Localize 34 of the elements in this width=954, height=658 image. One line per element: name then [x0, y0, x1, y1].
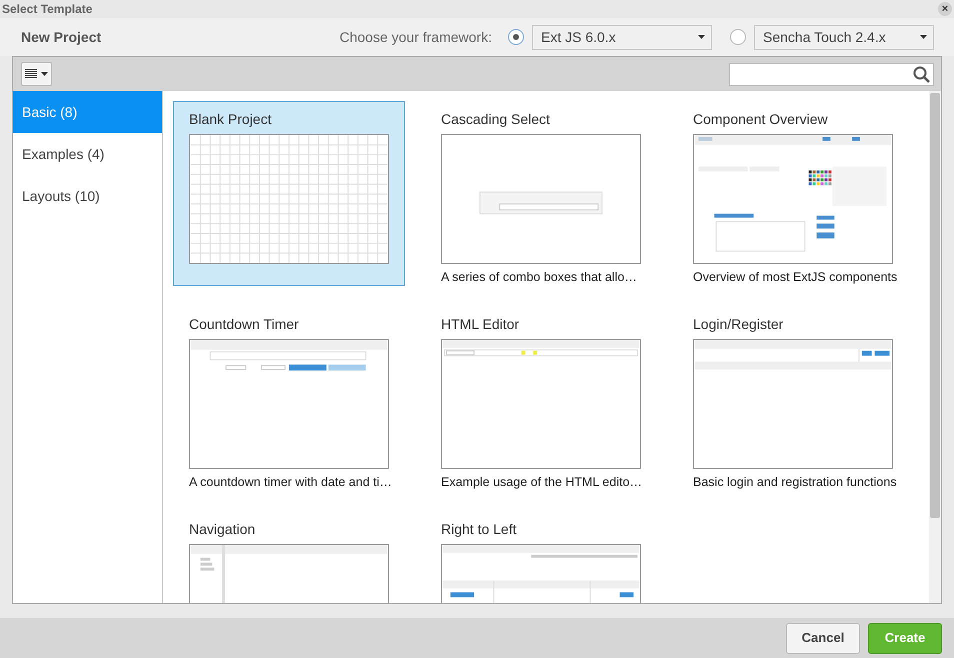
framework-label: Choose your framework: [339, 28, 492, 47]
template-title: Navigation [189, 520, 256, 539]
search-icon [913, 66, 930, 82]
template-title: Component Overview [693, 110, 829, 129]
template-title: Right to Left [441, 520, 518, 539]
framework-dropdown[interactable]: Ext JS 6.0.x [532, 24, 712, 50]
template-title: Blank Project [189, 110, 272, 129]
framework-dropdown[interactable]: Sencha Touch 2.4.x [754, 24, 934, 50]
template-card[interactable]: Component Overview Overview of most ExtJS components [677, 101, 909, 286]
template-card[interactable]: Login/Register Basic login and registration functions [677, 306, 909, 491]
template-card[interactable]: Countdown Timer A countdown timer with date and ti… [173, 306, 405, 491]
template-description: A series of combo boxes that allo… [441, 269, 638, 286]
close-button[interactable]: × [938, 2, 952, 16]
caret-icon [698, 35, 705, 39]
view-menu-button[interactable] [21, 62, 52, 86]
template-title: Login/Register [693, 315, 784, 334]
cancel-button[interactable]: Cancel [786, 622, 860, 654]
template-title: Countdown Timer [189, 315, 300, 334]
scrollbar[interactable] [929, 91, 941, 603]
radio-button[interactable] [508, 29, 524, 45]
template-card[interactable]: Cascading Select A series of combo boxes that allo… [425, 101, 657, 286]
template-card[interactable]: Blank Project [173, 101, 405, 286]
caret-icon [41, 72, 48, 76]
list-icon [25, 69, 37, 79]
template-description: Example usage of the HTML edito… [441, 474, 641, 491]
caret-icon [920, 35, 927, 39]
template-card[interactable]: HTML Editor Example usage of the HTML edito… [425, 306, 657, 491]
template-description: A countdown timer with date and ti… [189, 474, 389, 491]
header-title: New Project [21, 28, 102, 47]
template-title: HTML Editor [441, 315, 520, 334]
window-title: Select Template [2, 1, 92, 18]
search-field[interactable] [729, 62, 934, 86]
radio-button[interactable] [730, 29, 746, 45]
template-title: Cascading Select [441, 110, 551, 129]
